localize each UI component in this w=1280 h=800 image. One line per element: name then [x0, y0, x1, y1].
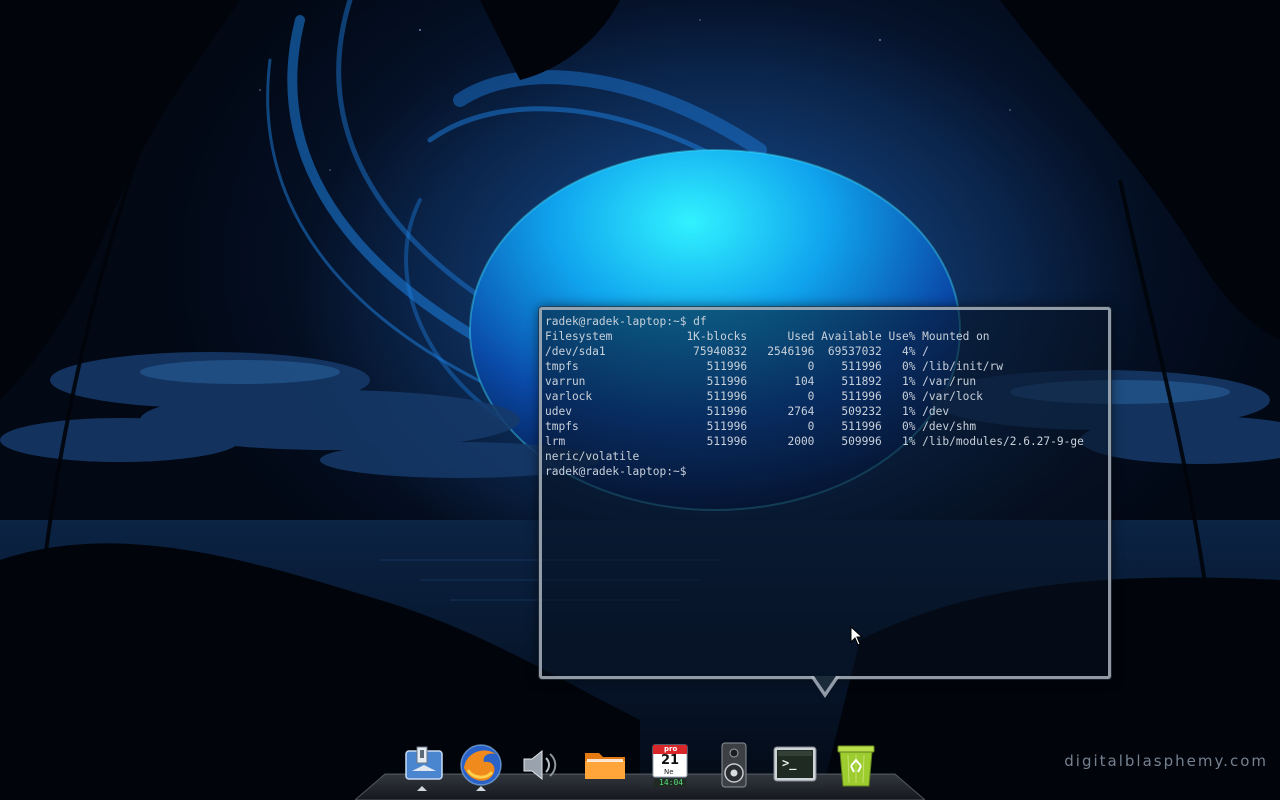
- calendar-month: pro: [664, 745, 678, 753]
- calendar-time: 14:04: [659, 778, 684, 787]
- desktop-switcher-icon: [405, 746, 443, 780]
- terminal-line: tmpfs 511996 0 511996 0% /lib/init/rw: [545, 360, 1004, 373]
- terminal-line: lrm 511996 2000 509996 1% /lib/modules/2…: [545, 435, 1084, 448]
- popup-pointer-arrow-inner: [814, 676, 836, 692]
- running-indicator: [476, 786, 486, 791]
- terminal-line: neric/volatile: [545, 450, 640, 463]
- dock-item-volume[interactable]: [515, 741, 563, 789]
- dock-item-music-player[interactable]: [710, 741, 758, 789]
- terminal-popup-window[interactable]: radek@radek-laptop:~$ df Filesystem 1K-bl…: [539, 307, 1111, 679]
- speaker-icon: [523, 749, 557, 781]
- dock-item-desktop-switcher[interactable]: [400, 741, 448, 789]
- dock-item-terminal[interactable]: >_: [771, 741, 819, 789]
- dock-item-home-folder[interactable]: [581, 741, 629, 789]
- terminal-line: /dev/sda1 75940832 2546196 69537032 4% /: [545, 345, 929, 358]
- running-indicator: [417, 786, 427, 791]
- terminal-prompt-line: radek@radek-laptop:~$: [545, 465, 687, 478]
- firefox-icon: [460, 744, 502, 786]
- folder-icon: [585, 753, 625, 779]
- terminal-line: udev 511996 2764 509232 1% /dev: [545, 405, 950, 418]
- calendar-weekday: Ne: [664, 768, 674, 776]
- dock-item-calendar[interactable]: pro 21 Ne 14:04: [646, 741, 694, 789]
- calendar-day: 21: [661, 753, 680, 768]
- terminal-line: tmpfs 511996 0 511996 0% /dev/shm: [545, 420, 977, 433]
- terminal-icon-prompt: >_: [782, 756, 797, 770]
- terminal-output[interactable]: radek@radek-laptop:~$ df Filesystem 1K-bl…: [545, 314, 1106, 479]
- wallpaper-watermark: digitalblasphemy.com: [1064, 752, 1268, 770]
- terminal-line: radek@radek-laptop:~$ df: [545, 315, 707, 328]
- terminal-line: varlock 511996 0 511996 0% /var/lock: [545, 390, 983, 403]
- terminal-line: Filesystem 1K-blocks Used Available Use%…: [545, 330, 990, 343]
- music-speaker-icon: [721, 742, 747, 788]
- dock-item-firefox[interactable]: [457, 741, 505, 789]
- trash-icon: [837, 745, 875, 787]
- mouse-pointer-icon: [850, 626, 864, 646]
- dock-item-trash[interactable]: [832, 741, 880, 789]
- terminal-line: varrun 511996 104 511892 1% /var/run: [545, 375, 977, 388]
